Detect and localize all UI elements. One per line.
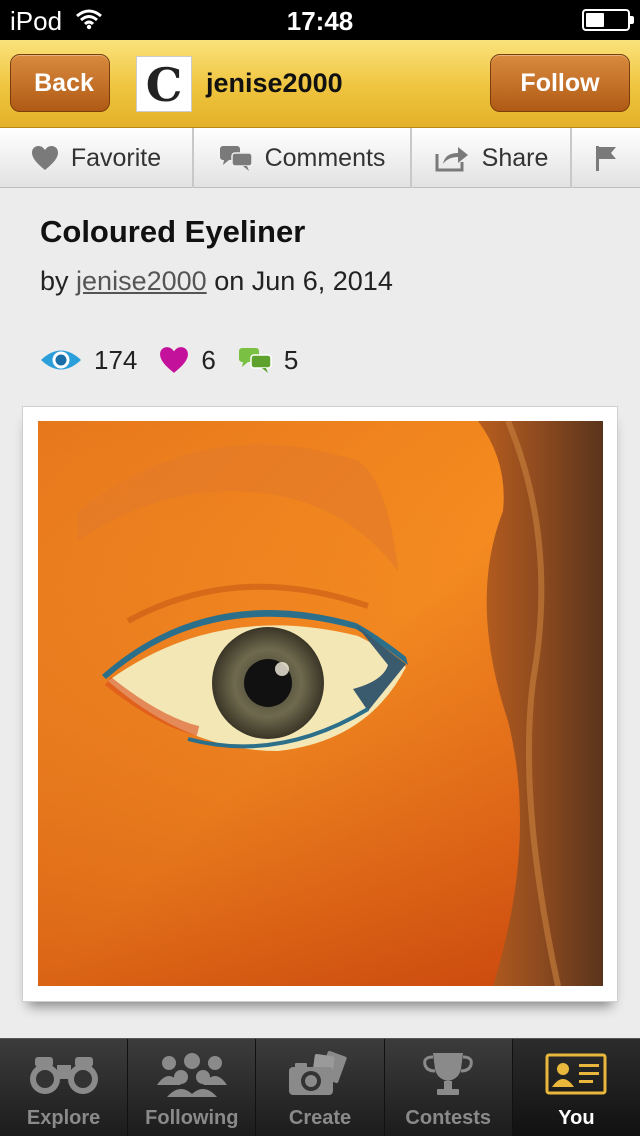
comments-stat: 5 (238, 345, 298, 376)
comments-button[interactable]: Comments (194, 128, 412, 188)
binoculars-icon (27, 1047, 101, 1101)
flag-button[interactable] (572, 128, 640, 188)
favorite-button[interactable]: Favorite (0, 128, 194, 188)
tab-explore-label: Explore (26, 1107, 101, 1129)
comments-count: 5 (283, 344, 299, 375)
share-button[interactable]: Share (412, 128, 572, 188)
tab-you-label: You (558, 1107, 595, 1129)
eye-closeup-photo (38, 421, 603, 986)
back-button-label: Back (34, 69, 94, 97)
post-stats: 174 6 5 (40, 343, 320, 377)
action-bar: Favorite Comments Share (0, 128, 640, 188)
tab-you[interactable]: You (512, 1039, 640, 1136)
clock: 17:48 (286, 6, 354, 36)
navigation-bar: Back C jenise2000 Follow (0, 40, 640, 128)
eye-icon (41, 350, 81, 370)
comments-label: Comments (264, 143, 386, 172)
favorites-count: 6 (201, 344, 216, 375)
post-title: Coloured Eyeliner (40, 214, 306, 249)
camera-icon (283, 1047, 357, 1101)
tab-contests-label: Contests (405, 1107, 491, 1129)
byline-prefix: by (40, 266, 69, 296)
nav-username[interactable]: jenise2000 (206, 68, 343, 99)
people-icon (155, 1047, 229, 1101)
follow-button[interactable]: Follow (490, 54, 630, 112)
share-arrow-icon (435, 147, 468, 172)
author-link[interactable]: jenise2000 (76, 266, 207, 296)
share-label: Share (481, 143, 549, 172)
tab-explore[interactable]: Explore (0, 1039, 129, 1136)
photo-card (22, 406, 618, 1002)
profile-card-icon (539, 1047, 613, 1101)
favorite-label: Favorite (70, 143, 162, 172)
battery-level (586, 13, 604, 27)
battery-icon (582, 9, 634, 31)
tab-create-label: Create (288, 1107, 352, 1129)
speech-bubbles-icon (238, 348, 272, 373)
post-photo[interactable] (38, 421, 603, 986)
views-count: 174 (94, 344, 138, 375)
post-date: on Jun 6, 2014 (214, 266, 393, 296)
post-byline: by jenise2000 on Jun 6, 2014 (40, 266, 393, 297)
tab-contests[interactable]: Contests (385, 1039, 513, 1136)
heart-icon (31, 146, 58, 170)
speech-bubbles-icon (219, 146, 253, 171)
avatar[interactable]: C (136, 56, 192, 112)
trophy-icon (411, 1047, 485, 1101)
tab-create[interactable]: Create (256, 1039, 385, 1136)
views-stat: 174 (40, 345, 137, 376)
flag-icon (596, 146, 616, 171)
favorites-stat: 6 (159, 344, 216, 376)
heart-icon (160, 347, 189, 373)
back-button[interactable]: Back (10, 54, 110, 112)
status-bar: iPod 17:48 (0, 0, 640, 40)
tab-following[interactable]: Following (128, 1039, 257, 1136)
tab-following-label: Following (145, 1107, 239, 1129)
tab-bar: Explore Following Create Contests You (0, 1038, 640, 1136)
